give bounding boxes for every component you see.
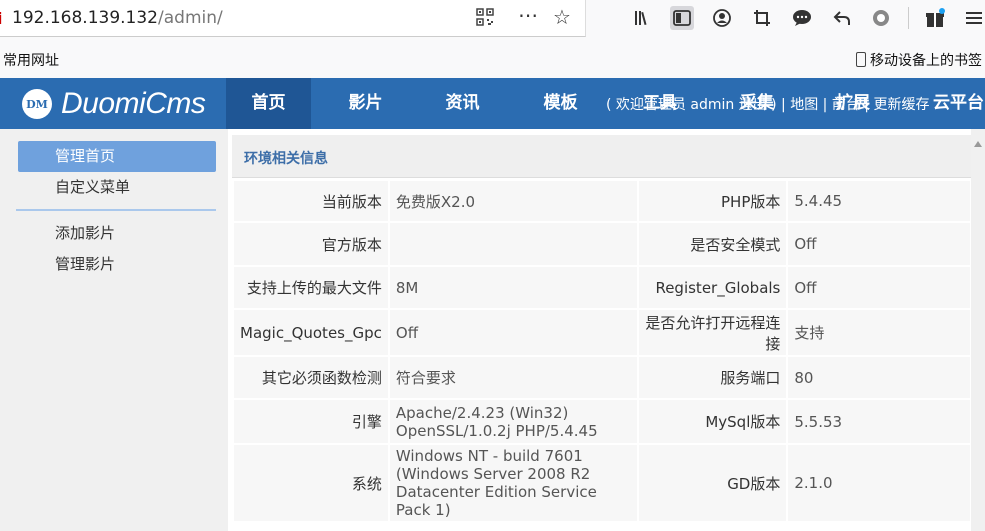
table-row: 系统 Windows NT - build 7601 (Windows Serv… bbox=[232, 443, 972, 523]
sidebar-divider bbox=[16, 209, 216, 211]
qr-code-icon[interactable] bbox=[476, 8, 494, 26]
cell-label: 是否安全模式 bbox=[636, 221, 789, 267]
library-icon[interactable] bbox=[631, 6, 655, 30]
panel-header: 环境相关信息 bbox=[232, 135, 972, 178]
bookmark-mobile[interactable]: 移动设备上的书签 bbox=[856, 50, 982, 70]
sidebar-item-add-movie[interactable]: 添加影片 bbox=[18, 218, 216, 249]
cell-label: 支持上传的最大文件 bbox=[232, 265, 390, 310]
cell-label: GD版本 bbox=[636, 443, 789, 523]
cell-label: 是否允许打开远程连接 bbox=[636, 308, 789, 357]
account-icon[interactable] bbox=[710, 6, 734, 30]
url-text[interactable]: 192.168.139.132/admin/ bbox=[12, 8, 223, 28]
browser-toolbar: i 192.168.139.132/admin/ ⋯ ☆ bbox=[0, 0, 985, 37]
cell-label: 引擎 bbox=[232, 398, 390, 445]
bookmarks-bar: 常用网址 移动设备上的书签 bbox=[0, 37, 985, 79]
site-info-icon[interactable]: i bbox=[0, 9, 2, 28]
logo-mark-icon: DM bbox=[22, 89, 52, 119]
menu-icon[interactable] bbox=[962, 6, 985, 30]
nav-extensions[interactable]: 扩展 bbox=[836, 78, 870, 129]
scroll-up-arrow-icon[interactable] bbox=[974, 141, 982, 147]
table-row: 支持上传的最大文件 8M Register_Globals Off bbox=[232, 265, 972, 310]
logo-text: DuomiCms bbox=[61, 87, 206, 120]
bookmark-star-icon[interactable]: ☆ bbox=[553, 5, 571, 29]
nav-cloud[interactable]: 云平台 bbox=[933, 78, 984, 129]
nav-collect[interactable]: 采集 bbox=[740, 78, 774, 129]
chat-icon[interactable] bbox=[790, 6, 814, 30]
sidebar-item-custom-menu[interactable]: 自定义菜单 bbox=[18, 172, 216, 203]
cell-value: 支持 bbox=[786, 308, 972, 357]
toolbar-separator bbox=[908, 7, 909, 29]
main-panel: 环境相关信息 当前版本 免费版X2.0 PHP版本 5.4.45 官方版本 是否… bbox=[228, 129, 985, 531]
cell-label: 其它必须函数检测 bbox=[232, 355, 390, 400]
sidebar-item-manage-movies[interactable]: 管理影片 bbox=[18, 249, 216, 280]
cell-value: 5.5.53 bbox=[786, 398, 972, 445]
cell-value: Apache/2.4.23 (Win32) OpenSSL/1.0.2j PHP… bbox=[387, 398, 639, 445]
table-row: Magic_Quotes_Gpc Off 是否允许打开远程连接 支持 bbox=[232, 308, 972, 357]
sidebar-item-admin-home[interactable]: 管理首页 bbox=[18, 141, 216, 172]
app-header: DM DuomiCms 首页 影片 资讯 模板 ( 欢迎管理员 admin 退出… bbox=[0, 78, 985, 129]
cell-label: 当前版本 bbox=[232, 179, 390, 223]
cell-value: 8M bbox=[387, 265, 639, 310]
cell-label: PHP版本 bbox=[636, 179, 789, 223]
sidebar: 管理首页 自定义菜单 添加影片 管理影片 bbox=[0, 129, 227, 531]
cell-value: 2.1.0 bbox=[786, 443, 972, 523]
table-row: 官方版本 是否安全模式 Off bbox=[232, 221, 972, 267]
nav-templates[interactable]: 模板 bbox=[518, 78, 603, 129]
env-info-table: 当前版本 免费版X2.0 PHP版本 5.4.45 官方版本 是否安全模式 Of… bbox=[232, 179, 972, 523]
cell-value: 5.4.45 bbox=[786, 179, 972, 223]
nav-home[interactable]: 首页 bbox=[226, 78, 311, 129]
gift-icon[interactable] bbox=[923, 6, 947, 30]
cell-value: 免费版X2.0 bbox=[387, 179, 639, 223]
cell-value: Off bbox=[786, 221, 972, 267]
panel-title: 环境相关信息 bbox=[244, 151, 328, 167]
phone-icon bbox=[856, 52, 866, 67]
puzzle-icon[interactable] bbox=[869, 6, 893, 30]
bookmark-mobile-label: 移动设备上的书签 bbox=[870, 53, 982, 69]
table-row: 引擎 Apache/2.4.23 (Win32) OpenSSL/1.0.2j … bbox=[232, 398, 972, 445]
cell-label: Register_Globals bbox=[636, 265, 789, 310]
cell-label: MySql版本 bbox=[636, 398, 789, 445]
table-row: 其它必须函数检测 符合要求 服务端口 80 bbox=[232, 355, 972, 400]
cell-value: 符合要求 bbox=[387, 355, 639, 400]
nav-news[interactable]: 资讯 bbox=[420, 78, 505, 129]
cell-label: 服务端口 bbox=[636, 355, 789, 400]
table-row: 当前版本 免费版X2.0 PHP版本 5.4.45 bbox=[232, 179, 972, 223]
scrollbar[interactable] bbox=[971, 129, 985, 531]
logo[interactable]: DM DuomiCms bbox=[22, 87, 206, 121]
crop-icon[interactable] bbox=[750, 6, 774, 30]
bookmark-common-sites[interactable]: 常用网址 bbox=[3, 50, 59, 70]
cell-value: Windows NT - build 7601 (Windows Server … bbox=[387, 443, 639, 523]
cell-value: 80 bbox=[786, 355, 972, 400]
cell-label: 官方版本 bbox=[232, 221, 390, 267]
nav-movies[interactable]: 影片 bbox=[323, 78, 408, 129]
sidebar-icon[interactable] bbox=[670, 6, 694, 30]
cell-value: Off bbox=[387, 308, 639, 357]
url-field[interactable]: i 192.168.139.132/admin/ ⋯ ☆ bbox=[0, 0, 586, 37]
nav-tools[interactable]: 工具 bbox=[643, 78, 677, 129]
cell-value bbox=[387, 221, 639, 267]
cell-value: Off bbox=[786, 265, 972, 310]
cell-label: Magic_Quotes_Gpc bbox=[232, 308, 390, 357]
cell-label: 系统 bbox=[232, 443, 390, 523]
page-actions-icon[interactable]: ⋯ bbox=[518, 3, 539, 27]
back-arrow-icon[interactable] bbox=[830, 6, 854, 30]
